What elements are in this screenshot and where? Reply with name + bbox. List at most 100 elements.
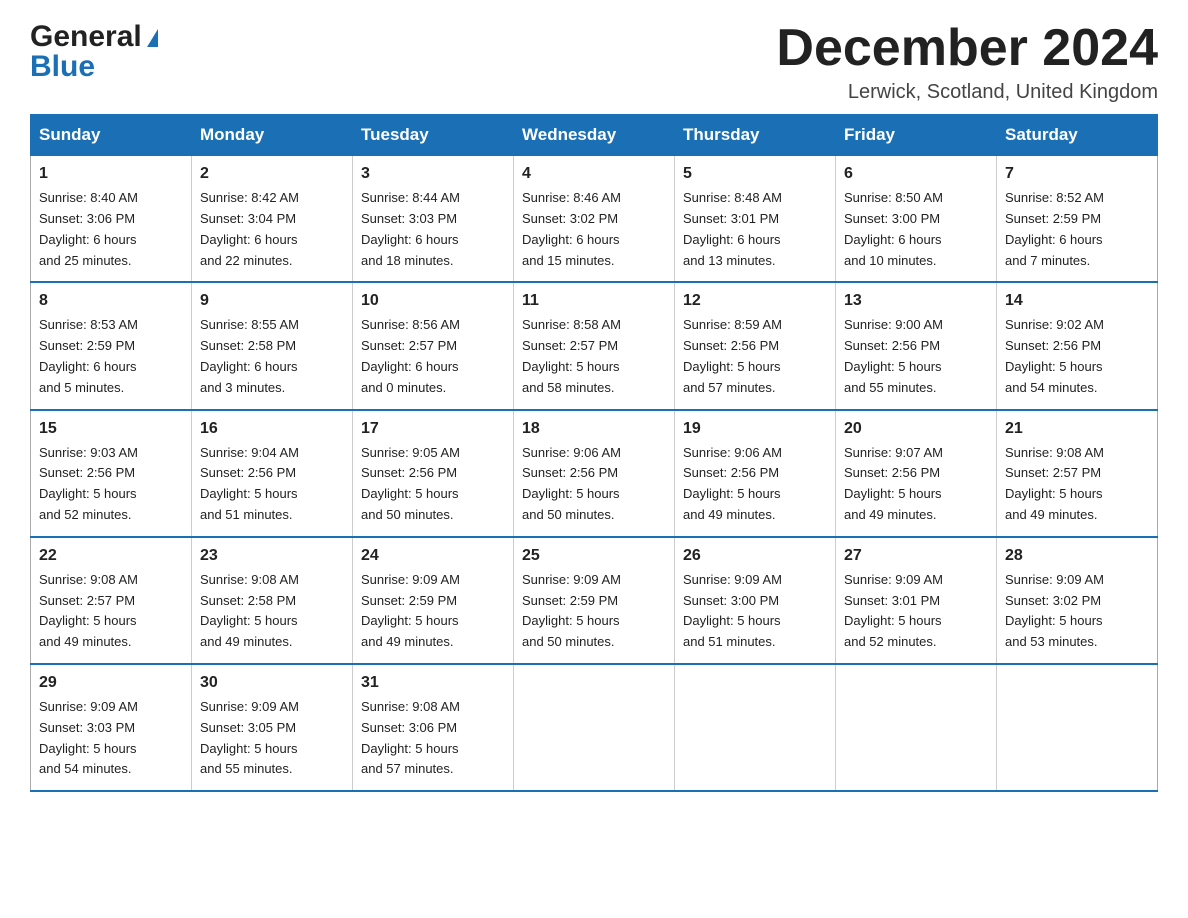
day-info: Sunrise: 8:59 AMSunset: 2:56 PMDaylight:… [683,315,827,398]
calendar-header-row: SundayMondayTuesdayWednesdayThursdayFrid… [31,115,1158,156]
day-info: Sunrise: 9:06 AMSunset: 2:56 PMDaylight:… [522,443,666,526]
logo-blue-text: Blue [30,50,95,84]
day-info: Sunrise: 9:09 AMSunset: 3:05 PMDaylight:… [200,697,344,780]
logo-general-text: General [30,20,158,54]
calendar-cell: 23Sunrise: 9:08 AMSunset: 2:58 PMDayligh… [192,537,353,664]
day-info: Sunrise: 8:44 AMSunset: 3:03 PMDaylight:… [361,188,505,271]
day-info: Sunrise: 9:00 AMSunset: 2:56 PMDaylight:… [844,315,988,398]
day-info: Sunrise: 8:50 AMSunset: 3:00 PMDaylight:… [844,188,988,271]
calendar-cell: 31Sunrise: 9:08 AMSunset: 3:06 PMDayligh… [353,664,514,791]
day-number: 14 [1005,289,1149,313]
calendar-week-row: 22Sunrise: 9:08 AMSunset: 2:57 PMDayligh… [31,537,1158,664]
calendar-cell: 25Sunrise: 9:09 AMSunset: 2:59 PMDayligh… [514,537,675,664]
day-info: Sunrise: 9:09 AMSunset: 2:59 PMDaylight:… [361,570,505,653]
day-number: 22 [39,544,183,568]
day-number: 17 [361,417,505,441]
calendar-cell: 8Sunrise: 8:53 AMSunset: 2:59 PMDaylight… [31,282,192,409]
day-info: Sunrise: 8:46 AMSunset: 3:02 PMDaylight:… [522,188,666,271]
calendar-cell: 11Sunrise: 8:58 AMSunset: 2:57 PMDayligh… [514,282,675,409]
calendar-week-row: 8Sunrise: 8:53 AMSunset: 2:59 PMDaylight… [31,282,1158,409]
header-monday: Monday [192,115,353,156]
day-number: 9 [200,289,344,313]
day-number: 31 [361,671,505,695]
header-wednesday: Wednesday [514,115,675,156]
calendar-cell: 16Sunrise: 9:04 AMSunset: 2:56 PMDayligh… [192,410,353,537]
calendar-cell: 3Sunrise: 8:44 AMSunset: 3:03 PMDaylight… [353,156,514,283]
calendar-cell: 12Sunrise: 8:59 AMSunset: 2:56 PMDayligh… [675,282,836,409]
day-number: 10 [361,289,505,313]
day-info: Sunrise: 8:40 AMSunset: 3:06 PMDaylight:… [39,188,183,271]
day-number: 3 [361,162,505,186]
day-number: 29 [39,671,183,695]
page-header: General Blue December 2024 Lerwick, Scot… [30,20,1158,104]
calendar-cell: 30Sunrise: 9:09 AMSunset: 3:05 PMDayligh… [192,664,353,791]
day-number: 6 [844,162,988,186]
day-number: 18 [522,417,666,441]
calendar-cell [836,664,997,791]
day-info: Sunrise: 8:42 AMSunset: 3:04 PMDaylight:… [200,188,344,271]
calendar-week-row: 29Sunrise: 9:09 AMSunset: 3:03 PMDayligh… [31,664,1158,791]
day-info: Sunrise: 9:08 AMSunset: 2:58 PMDaylight:… [200,570,344,653]
header-saturday: Saturday [997,115,1158,156]
day-number: 24 [361,544,505,568]
day-number: 2 [200,162,344,186]
month-title: December 2024 [776,20,1158,77]
title-block: December 2024 Lerwick, Scotland, United … [776,20,1158,104]
day-number: 4 [522,162,666,186]
calendar-cell: 19Sunrise: 9:06 AMSunset: 2:56 PMDayligh… [675,410,836,537]
calendar-table: SundayMondayTuesdayWednesdayThursdayFrid… [30,114,1158,792]
day-number: 1 [39,162,183,186]
header-sunday: Sunday [31,115,192,156]
day-number: 26 [683,544,827,568]
calendar-cell: 4Sunrise: 8:46 AMSunset: 3:02 PMDaylight… [514,156,675,283]
day-number: 21 [1005,417,1149,441]
day-number: 13 [844,289,988,313]
calendar-cell: 17Sunrise: 9:05 AMSunset: 2:56 PMDayligh… [353,410,514,537]
day-info: Sunrise: 9:08 AMSunset: 2:57 PMDaylight:… [39,570,183,653]
day-info: Sunrise: 9:06 AMSunset: 2:56 PMDaylight:… [683,443,827,526]
day-number: 5 [683,162,827,186]
day-info: Sunrise: 9:04 AMSunset: 2:56 PMDaylight:… [200,443,344,526]
calendar-cell [997,664,1158,791]
day-info: Sunrise: 9:09 AMSunset: 2:59 PMDaylight:… [522,570,666,653]
day-info: Sunrise: 9:08 AMSunset: 3:06 PMDaylight:… [361,697,505,780]
day-number: 28 [1005,544,1149,568]
day-number: 27 [844,544,988,568]
calendar-cell: 9Sunrise: 8:55 AMSunset: 2:58 PMDaylight… [192,282,353,409]
day-number: 23 [200,544,344,568]
calendar-cell: 24Sunrise: 9:09 AMSunset: 2:59 PMDayligh… [353,537,514,664]
day-info: Sunrise: 8:56 AMSunset: 2:57 PMDaylight:… [361,315,505,398]
day-number: 8 [39,289,183,313]
calendar-cell: 7Sunrise: 8:52 AMSunset: 2:59 PMDaylight… [997,156,1158,283]
logo-triangle-icon [147,29,158,47]
header-thursday: Thursday [675,115,836,156]
calendar-cell: 5Sunrise: 8:48 AMSunset: 3:01 PMDaylight… [675,156,836,283]
day-number: 11 [522,289,666,313]
day-number: 15 [39,417,183,441]
day-info: Sunrise: 8:58 AMSunset: 2:57 PMDaylight:… [522,315,666,398]
day-info: Sunrise: 8:53 AMSunset: 2:59 PMDaylight:… [39,315,183,398]
calendar-week-row: 1Sunrise: 8:40 AMSunset: 3:06 PMDaylight… [31,156,1158,283]
day-number: 16 [200,417,344,441]
calendar-cell: 6Sunrise: 8:50 AMSunset: 3:00 PMDaylight… [836,156,997,283]
header-friday: Friday [836,115,997,156]
day-info: Sunrise: 9:09 AMSunset: 3:03 PMDaylight:… [39,697,183,780]
day-info: Sunrise: 9:02 AMSunset: 2:56 PMDaylight:… [1005,315,1149,398]
day-info: Sunrise: 9:03 AMSunset: 2:56 PMDaylight:… [39,443,183,526]
calendar-cell: 27Sunrise: 9:09 AMSunset: 3:01 PMDayligh… [836,537,997,664]
header-tuesday: Tuesday [353,115,514,156]
day-info: Sunrise: 8:48 AMSunset: 3:01 PMDaylight:… [683,188,827,271]
calendar-cell: 1Sunrise: 8:40 AMSunset: 3:06 PMDaylight… [31,156,192,283]
day-number: 19 [683,417,827,441]
day-number: 12 [683,289,827,313]
day-info: Sunrise: 8:52 AMSunset: 2:59 PMDaylight:… [1005,188,1149,271]
day-info: Sunrise: 8:55 AMSunset: 2:58 PMDaylight:… [200,315,344,398]
day-number: 7 [1005,162,1149,186]
calendar-cell: 28Sunrise: 9:09 AMSunset: 3:02 PMDayligh… [997,537,1158,664]
calendar-cell [675,664,836,791]
day-info: Sunrise: 9:08 AMSunset: 2:57 PMDaylight:… [1005,443,1149,526]
calendar-cell: 21Sunrise: 9:08 AMSunset: 2:57 PMDayligh… [997,410,1158,537]
calendar-cell: 29Sunrise: 9:09 AMSunset: 3:03 PMDayligh… [31,664,192,791]
location: Lerwick, Scotland, United Kingdom [776,81,1158,104]
calendar-cell: 14Sunrise: 9:02 AMSunset: 2:56 PMDayligh… [997,282,1158,409]
